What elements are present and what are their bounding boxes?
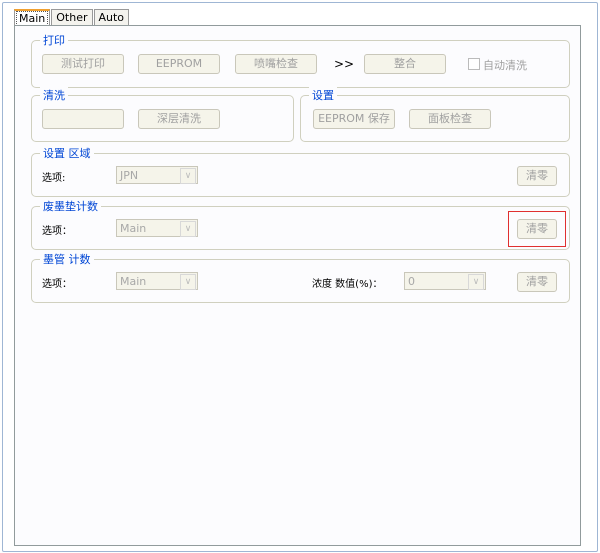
settings-group-title: 设置 — [309, 87, 337, 103]
eeprom-button[interactable]: EEPROM — [138, 54, 220, 74]
tube-option-label: 选项： — [42, 279, 72, 290]
clean-button[interactable] — [42, 109, 124, 129]
merge-button[interactable]: 整合 — [364, 54, 446, 74]
test-print-button[interactable]: 测试打印 — [42, 54, 124, 74]
highlight-box — [508, 211, 566, 247]
region-group-title: 设置 区域 — [40, 145, 94, 161]
main-panel: 打印 测试打印 EEPROM 喷嘴检查 >> 整合 自动清洗 清洗 深层清洗 设… — [14, 25, 581, 546]
tube-value: Main — [120, 275, 147, 288]
region-group: 设置 区域 选项: JPN ∨ 清零 — [31, 145, 570, 197]
waste-option-label: 选项： — [42, 226, 72, 237]
clean-group: 清洗 深层清洗 — [31, 87, 294, 142]
tube-clear-button[interactable]: 清零 — [517, 272, 557, 292]
ink-tube-group: 墨管 计数 选项： Main ∨ 浓度 数值(%)： 0 ∨ 清零 — [31, 251, 570, 303]
waste-ink-group-title: 废墨垫计数 — [40, 198, 101, 214]
auto-clean-label: 自动清洗 — [483, 59, 527, 72]
density-value: 0 — [408, 275, 415, 288]
region-clear-button[interactable]: 清零 — [517, 166, 557, 186]
clean-group-title: 清洗 — [40, 87, 68, 103]
density-select[interactable]: 0 ∨ — [404, 272, 486, 290]
tab-other[interactable]: Other — [51, 9, 93, 26]
region-option-label: 选项: — [42, 173, 66, 184]
waste-select[interactable]: Main ∨ — [116, 219, 198, 237]
panel-check-button[interactable]: 面板检查 — [409, 109, 491, 129]
chevron-down-icon[interactable]: ∨ — [180, 221, 196, 237]
print-group: 打印 测试打印 EEPROM 喷嘴检查 >> 整合 自动清洗 — [31, 32, 570, 88]
ink-tube-group-title: 墨管 计数 — [40, 251, 94, 267]
chevron-down-icon[interactable]: ∨ — [180, 168, 196, 184]
chevron-down-icon[interactable]: ∨ — [180, 274, 196, 290]
density-label: 浓度 数值(%)： — [312, 279, 383, 290]
tube-select[interactable]: Main ∨ — [116, 272, 198, 290]
eeprom-save-button[interactable]: EEPROM 保存 — [313, 109, 395, 129]
region-value: JPN — [120, 169, 139, 182]
tab-auto[interactable]: Auto — [93, 9, 130, 26]
settings-group: 设置 EEPROM 保存 面板检查 — [300, 87, 570, 142]
deep-clean-button[interactable]: 深层清洗 — [138, 109, 220, 129]
waste-value: Main — [120, 222, 147, 235]
waste-ink-group: 废墨垫计数 选项： Main ∨ 清零 — [31, 198, 570, 250]
nozzle-check-button[interactable]: 喷嘴检查 — [235, 54, 317, 74]
auto-clean-checkbox[interactable] — [468, 58, 480, 70]
chevron-down-icon[interactable]: ∨ — [468, 274, 484, 290]
arrow-label: >> — [334, 57, 355, 71]
print-group-title: 打印 — [40, 32, 68, 48]
region-select[interactable]: JPN ∨ — [116, 166, 198, 184]
